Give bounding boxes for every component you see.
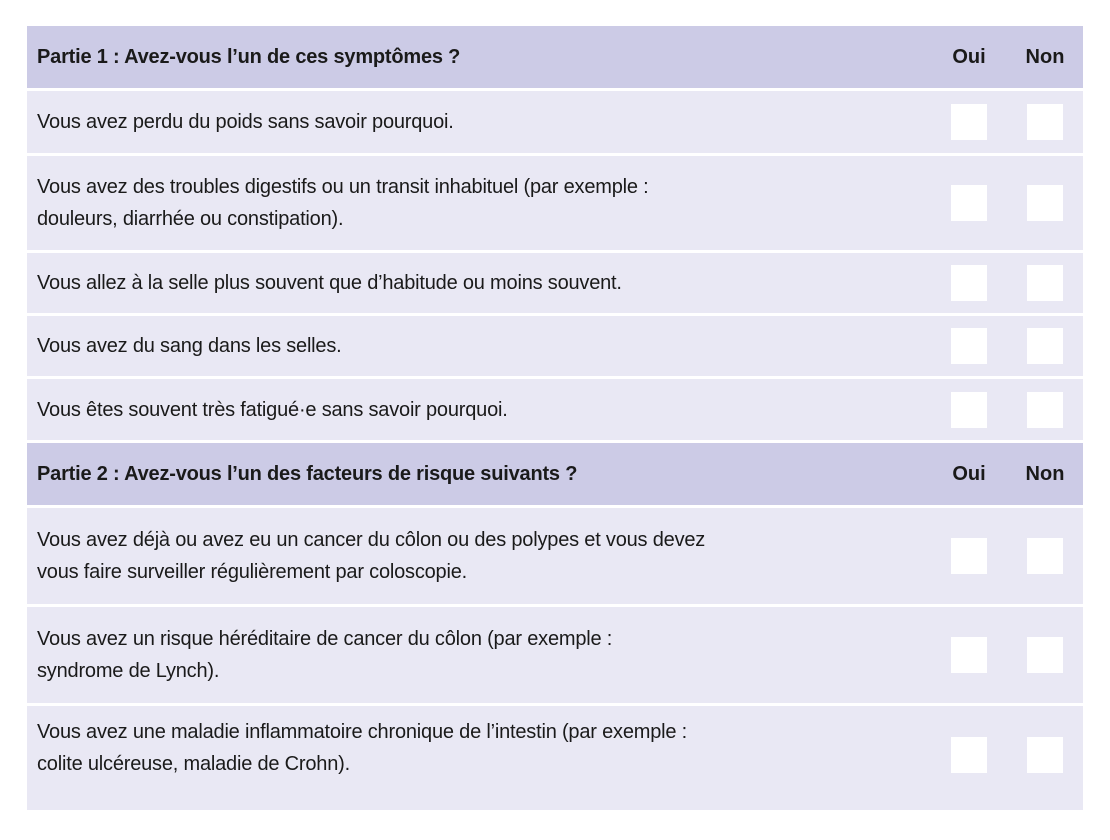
question-line: Vous avez une maladie inflammatoire chro… xyxy=(37,721,688,743)
non-checkbox[interactable] xyxy=(1027,637,1063,673)
question-row: Vous avez du sang dans les selles. xyxy=(27,316,1083,376)
oui-checkbox[interactable] xyxy=(951,737,987,773)
oui-checkbox[interactable] xyxy=(951,637,987,673)
question-text: Vous allez à la selle plus souvent que d… xyxy=(37,272,622,294)
column-oui: Oui xyxy=(952,462,986,485)
question-text: Vous avez déjà ou avez eu un cancer du c… xyxy=(27,524,931,588)
oui-checkbox[interactable] xyxy=(951,328,987,364)
question-line: Vous avez déjà ou avez eu un cancer du c… xyxy=(37,529,706,551)
question-row: Vous êtes souvent très fatigué·e sans sa… xyxy=(27,379,1083,440)
question-text: Vous êtes souvent très fatigué·e sans sa… xyxy=(37,398,508,421)
question-row: Vous avez déjà ou avez eu un cancer du c… xyxy=(27,508,1083,604)
column-non: Non xyxy=(1025,45,1065,68)
question-text: Vous avez perdu du poids sans savoir pou… xyxy=(37,111,454,133)
question-text: Vous avez des troubles digestifs ou un t… xyxy=(27,171,931,235)
questionnaire-table: Partie 1 : Avez-vous l’un de ces symptôm… xyxy=(27,26,1083,813)
section-title: Partie 1 : Avez-vous l’un de ces symptôm… xyxy=(37,46,461,68)
question-text: Vous avez une maladie inflammatoire chro… xyxy=(27,706,931,780)
question-line: colite ulcéreuse, maladie de Crohn). xyxy=(37,753,350,775)
question-row: Vous allez à la selle plus souvent que d… xyxy=(27,253,1083,313)
oui-checkbox[interactable] xyxy=(951,391,987,428)
question-line: douleurs, diarrhée ou constipation). xyxy=(37,208,344,230)
non-checkbox[interactable] xyxy=(1027,538,1063,574)
question-row: Vous avez perdu du poids sans savoir pou… xyxy=(27,91,1083,153)
oui-checkbox[interactable] xyxy=(951,538,987,574)
non-checkbox[interactable] xyxy=(1027,328,1063,364)
section-header-1: Partie 1 : Avez-vous l’un de ces symptôm… xyxy=(27,26,1083,88)
oui-checkbox[interactable] xyxy=(951,185,987,221)
question-line: vous faire surveiller régulièrement par … xyxy=(37,561,468,583)
non-checkbox[interactable] xyxy=(1027,185,1063,221)
non-checkbox[interactable] xyxy=(1027,265,1063,301)
oui-checkbox[interactable] xyxy=(951,265,987,301)
question-line: Vous avez un risque héréditaire de cance… xyxy=(37,628,613,650)
oui-checkbox[interactable] xyxy=(951,104,987,140)
question-row: Vous avez un risque héréditaire de cance… xyxy=(27,607,1083,703)
question-row: Vous avez une maladie inflammatoire chro… xyxy=(27,706,1083,810)
non-checkbox[interactable] xyxy=(1027,104,1063,140)
column-oui: Oui xyxy=(952,45,986,68)
question-row: Vous avez des troubles digestifs ou un t… xyxy=(27,156,1083,250)
question-line: syndrome de Lynch). xyxy=(37,660,220,682)
non-checkbox[interactable] xyxy=(1027,737,1063,773)
section-header-2: Partie 2 : Avez-vous l’un des facteurs d… xyxy=(27,443,1083,505)
column-non: Non xyxy=(1025,462,1065,485)
question-line: Vous avez des troubles digestifs ou un t… xyxy=(37,176,649,198)
question-text: Vous avez du sang dans les selles. xyxy=(37,335,342,357)
section-title: Partie 2 : Avez-vous l’un des facteurs d… xyxy=(37,463,578,485)
question-text: Vous avez un risque héréditaire de cance… xyxy=(27,623,931,687)
non-checkbox[interactable] xyxy=(1027,391,1063,428)
